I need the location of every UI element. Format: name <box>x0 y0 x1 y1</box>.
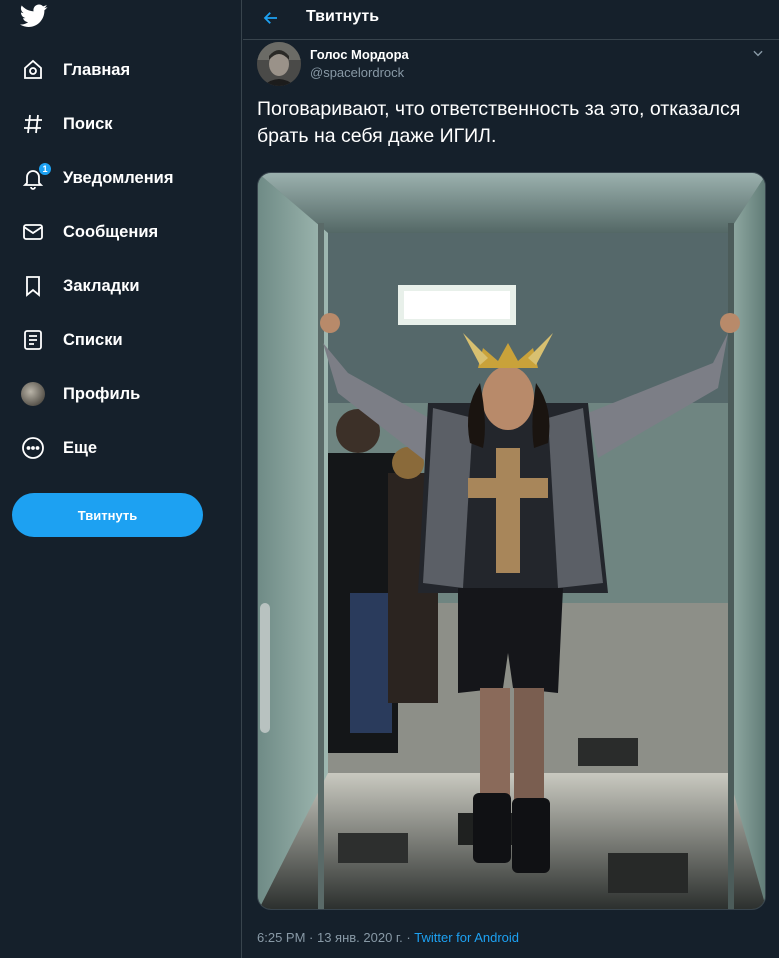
nav-label: Главная <box>63 60 131 79</box>
profile-avatar-wrapper <box>20 381 46 407</box>
nav-lists[interactable]: Списки <box>20 320 123 360</box>
envelope-icon <box>20 219 46 245</box>
header: Твитнуть <box>243 0 779 40</box>
nav-label: Уведомления <box>63 168 174 187</box>
back-arrow-icon[interactable] <box>259 6 283 30</box>
nav-label: Профиль <box>63 384 141 403</box>
author-avatar[interactable] <box>257 42 301 86</box>
bookmark-icon <box>20 273 46 299</box>
tweet-time[interactable]: 6:25 PM <box>257 930 305 945</box>
twitter-logo-icon[interactable] <box>19 4 48 28</box>
nav-notifications[interactable]: 1 Уведомления <box>20 158 173 198</box>
nav-label: Поиск <box>63 114 113 133</box>
bell-icon: 1 <box>20 162 52 191</box>
tweet-date[interactable]: 13 янв. 2020 г. <box>317 930 403 945</box>
sidebar: Главная Поиск 1 Уведомления Сообщения За… <box>0 0 242 958</box>
page-title: Твитнуть <box>306 8 380 25</box>
avatar <box>21 382 45 406</box>
nav-label: Закладки <box>63 276 140 295</box>
notification-badge: 1 <box>38 162 52 176</box>
meta-separator: · <box>402 930 415 945</box>
nav-profile[interactable]: Профиль <box>20 374 140 414</box>
author-name[interactable]: Голос Мордора <box>310 47 409 62</box>
meta-separator: · <box>305 930 317 945</box>
nav-more[interactable]: Еще <box>20 428 97 468</box>
tweet-source-link[interactable]: Twitter for Android <box>414 930 519 945</box>
nav-home[interactable]: Главная <box>20 50 130 90</box>
nav-label: Еще <box>63 438 98 457</box>
nav-search[interactable]: Поиск <box>20 104 113 144</box>
author-handle[interactable]: @spacelordrock <box>310 65 404 80</box>
tweet-text: Поговаривают, что ответственность за это… <box>257 98 741 147</box>
list-icon <box>20 327 46 353</box>
tweet-photo[interactable] <box>257 172 766 910</box>
tweet-meta: 6:25 PM · 13 янв. 2020 г. · Twitter for … <box>257 930 519 945</box>
nav-label: Сообщения <box>63 222 159 241</box>
photo-illustration <box>258 173 765 909</box>
home-icon <box>20 57 46 83</box>
nav-bookmarks[interactable]: Закладки <box>20 266 140 306</box>
main-column: Твитнуть Голос Мордора @spacelordrock По… <box>243 0 779 958</box>
chevron-down-icon[interactable] <box>751 46 765 60</box>
nav-messages[interactable]: Сообщения <box>20 212 158 252</box>
tweet-button[interactable]: Твитнуть <box>12 493 203 537</box>
hashtag-icon <box>20 111 46 137</box>
more-circle-icon <box>20 435 46 461</box>
nav-label: Списки <box>63 330 123 349</box>
